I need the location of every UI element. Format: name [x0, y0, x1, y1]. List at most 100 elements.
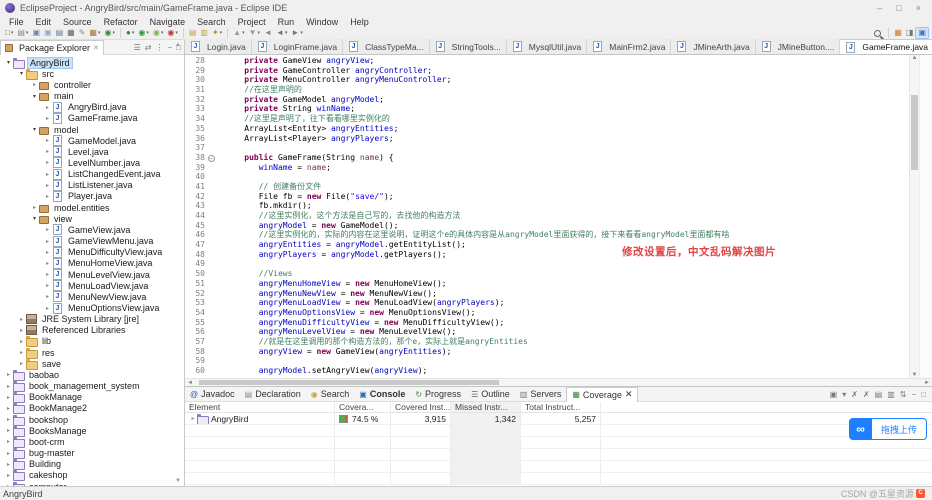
fold-column[interactable]	[205, 269, 217, 279]
remove-all-sessions-icon[interactable]: ✗	[863, 390, 870, 399]
last-edit-button[interactable]: ◄	[262, 27, 274, 39]
editor-vertical-scrollbar[interactable]: ▲ ▼	[909, 55, 919, 378]
external-tools-button[interactable]: ✦	[210, 27, 224, 39]
line-number[interactable]: 43	[185, 201, 205, 211]
package-explorer-tab[interactable]: Package Explorer ✕	[0, 40, 104, 55]
expand-arrow-icon[interactable]: ▸	[43, 226, 52, 233]
tab-outline[interactable]: ☰Outline	[466, 387, 515, 402]
tree-item-menulevelview-java[interactable]: ▸JMenuLevelView.java	[0, 269, 184, 280]
new-class-button[interactable]: ◉	[102, 27, 117, 39]
expand-arrow-icon[interactable]: ▸	[43, 182, 52, 189]
line-number[interactable]: 45	[185, 221, 205, 231]
expand-arrow-icon[interactable]: ▸	[43, 115, 52, 122]
tree-item-save[interactable]: ▸save	[0, 358, 184, 369]
expand-arrow-icon[interactable]: ▸	[4, 405, 13, 412]
fold-column[interactable]	[205, 250, 217, 260]
menu-file[interactable]: File	[3, 17, 30, 27]
back-button[interactable]: ◄	[274, 27, 289, 39]
new-package-button[interactable]: ▦	[87, 27, 102, 39]
editor-tab-stringtools-[interactable]: JStringTools...	[430, 39, 507, 54]
column-header-coverage[interactable]: Covera...	[335, 402, 391, 412]
expand-arrow-icon[interactable]: ▸	[189, 413, 197, 424]
tree-item-src[interactable]: ▾src	[0, 68, 184, 79]
fold-column[interactable]	[205, 95, 217, 105]
tree-item-bookmanage[interactable]: ▸BookManage	[0, 392, 184, 403]
fold-column[interactable]	[205, 182, 217, 192]
tab-declaration[interactable]: ▤Declaration	[240, 387, 306, 402]
tree-item-baobao[interactable]: ▸baobao	[0, 369, 184, 380]
fold-column[interactable]	[205, 66, 217, 76]
line-number[interactable]: 47	[185, 240, 205, 250]
debug-button[interactable]: ●	[124, 27, 136, 39]
scroll-up-icon[interactable]: ▲	[910, 55, 919, 61]
menu-refactor[interactable]: Refactor	[98, 17, 144, 27]
expand-arrow-icon[interactable]: ▸	[4, 450, 13, 457]
tree-item-gamemodel-java[interactable]: ▸JGameModel.java	[0, 135, 184, 146]
tree-item-bug-master[interactable]: ▸bug-master	[0, 447, 184, 458]
tree-item-booksmanage[interactable]: ▸BooksManage	[0, 425, 184, 436]
fold-column[interactable]	[205, 201, 217, 211]
editor-tab-jminebutton-[interactable]: JJMineButton....	[756, 39, 841, 54]
save-all-button[interactable]: ▣	[42, 27, 54, 39]
expand-arrow-icon[interactable]: ▸	[43, 282, 52, 289]
open-perspective-button[interactable]: ▦	[892, 27, 904, 39]
line-number[interactable]: 30	[185, 75, 205, 85]
build-all-button[interactable]: ▦	[65, 27, 77, 39]
collapse-arrow-icon[interactable]: ▾	[30, 126, 39, 133]
collapse-arrow-icon[interactable]: ▾	[17, 70, 26, 77]
save-button[interactable]: ▣	[30, 27, 42, 39]
export-session-icon[interactable]: ▥	[887, 390, 895, 399]
table-row[interactable]: ▸AngryBird74.5 %3,9151,3425,257	[185, 413, 932, 425]
fold-column[interactable]	[205, 75, 217, 85]
javaee-perspective-button[interactable]: ◨	[904, 27, 916, 39]
close-icon[interactable]: ✕	[93, 44, 99, 52]
fold-collapse-icon[interactable]: –	[208, 155, 215, 162]
line-number[interactable]: 56	[185, 327, 205, 337]
fold-column[interactable]	[205, 298, 217, 308]
minimize-view-icon[interactable]: −	[167, 43, 172, 52]
tree-item-menuoptionsview-java[interactable]: ▸JMenuOptionsView.java	[0, 302, 184, 313]
scroll-down-icon[interactable]: ▼	[175, 478, 181, 484]
expand-arrow-icon[interactable]: ▸	[43, 148, 52, 155]
line-number[interactable]: 53	[185, 298, 205, 308]
line-number[interactable]: 32	[185, 95, 205, 105]
fold-column[interactable]	[205, 85, 217, 95]
line-number[interactable]: 42	[185, 192, 205, 202]
tree-item-model-entities[interactable]: ▸model.entities	[0, 202, 184, 213]
tree-item-lib[interactable]: ▸lib	[0, 336, 184, 347]
tab-progress[interactable]: ↻Progress	[410, 387, 466, 402]
tree-item-model[interactable]: ▾model	[0, 124, 184, 135]
expand-arrow-icon[interactable]: ▸	[4, 383, 13, 390]
expand-arrow-icon[interactable]: ▸	[30, 81, 39, 88]
expand-arrow-icon[interactable]: ▸	[43, 137, 52, 144]
fold-column[interactable]	[205, 192, 217, 202]
tree-item-referenced-libraries[interactable]: ▸Referenced Libraries	[0, 325, 184, 336]
fold-column[interactable]	[205, 279, 217, 289]
expand-arrow-icon[interactable]: ▸	[43, 171, 52, 178]
expand-arrow-icon[interactable]: ▸	[43, 271, 52, 278]
expand-arrow-icon[interactable]: ▸	[43, 159, 52, 166]
tree-item-listchangedevent-java[interactable]: ▸JListChangedEvent.java	[0, 169, 184, 180]
coverage-button[interactable]: ◉	[151, 27, 166, 39]
tree-item-controller[interactable]: ▸controller	[0, 79, 184, 90]
expand-arrow-icon[interactable]: ▸	[4, 394, 13, 401]
fold-column[interactable]	[205, 327, 217, 337]
overview-ruler[interactable]	[919, 55, 932, 378]
close-button[interactable]: ×	[916, 3, 921, 13]
expand-arrow-icon[interactable]: ▸	[4, 472, 13, 479]
collapse-expand-icon[interactable]: ⇅	[900, 390, 907, 399]
expand-arrow-icon[interactable]: ▸	[4, 427, 13, 434]
tab-console[interactable]: ▣Console	[354, 387, 410, 402]
collapse-arrow-icon[interactable]: ▾	[30, 93, 39, 100]
menu-search[interactable]: Search	[191, 17, 232, 27]
line-number[interactable]: 44	[185, 211, 205, 221]
fold-column[interactable]	[205, 347, 217, 357]
import-folder-button[interactable]: ▥	[198, 27, 210, 39]
menu-navigate[interactable]: Navigate	[144, 17, 192, 27]
expand-arrow-icon[interactable]: ▸	[43, 260, 52, 267]
expand-arrow-icon[interactable]: ▸	[43, 193, 52, 200]
menu-window[interactable]: Window	[300, 17, 344, 27]
fold-column[interactable]	[205, 240, 217, 250]
expand-arrow-icon[interactable]: ▸	[30, 204, 39, 211]
fold-column[interactable]	[205, 366, 217, 376]
